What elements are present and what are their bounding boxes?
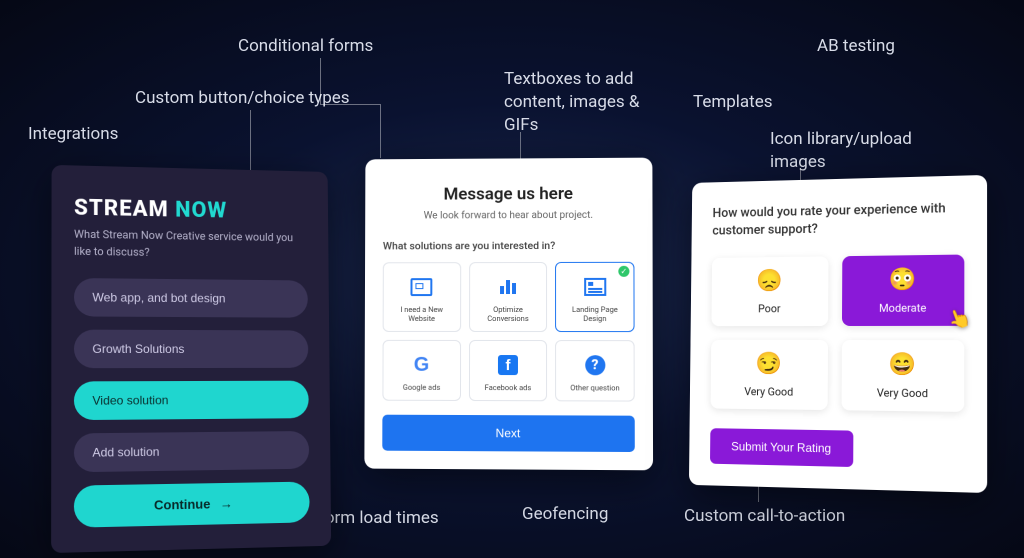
solution-facebook-ads[interactable]: f Facebook ads bbox=[469, 340, 548, 401]
solution-label: Google ads bbox=[387, 383, 455, 392]
message-question: What solutions are you interested in? bbox=[383, 239, 635, 253]
stream-title: STREAM NOW bbox=[74, 196, 307, 225]
submit-rating-button[interactable]: Submit Your Rating bbox=[710, 429, 853, 468]
solution-label: I need a New Website bbox=[388, 305, 456, 323]
stream-now-card: STREAM NOW What Stream Now Creative serv… bbox=[51, 165, 331, 553]
website-icon bbox=[388, 273, 456, 301]
rating-label: Very Good bbox=[877, 387, 928, 401]
arrow-right-icon: → bbox=[220, 496, 233, 511]
rating-label: Moderate bbox=[879, 302, 926, 315]
stream-subtitle: What Stream Now Creative service would y… bbox=[74, 227, 307, 263]
solution-label: Other question bbox=[560, 383, 629, 392]
solution-landing-page[interactable]: Landing Page Design bbox=[555, 262, 634, 332]
solution-label: Facebook ads bbox=[474, 383, 543, 392]
stream-title-a: STREAM bbox=[74, 196, 169, 223]
message-subtitle: We look forward to hear about project. bbox=[383, 210, 634, 222]
rating-card: How would you rate your experience with … bbox=[689, 175, 987, 494]
landingpage-icon bbox=[560, 273, 629, 301]
message-title: Message us here bbox=[383, 184, 634, 205]
feature-conditional-forms: Conditional forms bbox=[238, 36, 373, 56]
google-icon: G bbox=[387, 351, 455, 379]
happy-face-icon: 😄 bbox=[850, 352, 956, 378]
rating-poor[interactable]: 😞 Poor bbox=[711, 257, 828, 327]
feature-integrations: Integrations bbox=[28, 124, 118, 144]
feature-templates: Templates bbox=[693, 92, 773, 112]
continue-button[interactable]: Continue → bbox=[74, 482, 310, 528]
option-growth[interactable]: Growth Solutions bbox=[74, 330, 308, 369]
feature-icon-library: Icon library/upload images bbox=[770, 128, 950, 174]
rating-very-good-2[interactable]: 😄 Very Good bbox=[842, 340, 965, 412]
option-video[interactable]: Video solution bbox=[74, 381, 309, 420]
rating-question: How would you rate your experience with … bbox=[712, 200, 964, 241]
leader-line bbox=[320, 58, 321, 104]
solution-label: Optimize Conversions bbox=[474, 305, 543, 323]
continue-label: Continue bbox=[154, 496, 210, 512]
option-add[interactable]: Add solution bbox=[74, 431, 309, 472]
stream-title-b: NOW bbox=[175, 198, 227, 224]
rating-grid: 😞 Poor 😳 Moderate 👆 😏 Very Good 😄 Very G… bbox=[711, 255, 965, 412]
leader-line bbox=[380, 104, 381, 158]
chart-icon bbox=[474, 273, 543, 301]
feature-textboxes: Textboxes to add content, images & GIFs bbox=[504, 68, 664, 137]
feature-ab-testing: AB testing bbox=[817, 36, 895, 56]
solution-new-website[interactable]: I need a New Website bbox=[383, 262, 461, 332]
solution-label: Landing Page Design bbox=[560, 305, 629, 323]
solution-grid: I need a New Website Optimize Conversion… bbox=[382, 262, 634, 402]
option-web-app[interactable]: Web app, and bot design bbox=[74, 278, 308, 318]
rating-moderate[interactable]: 😳 Moderate 👆 bbox=[842, 255, 964, 326]
cursor-pointer-icon: 👆 bbox=[944, 306, 973, 334]
feature-custom-cta: Custom call-to-action bbox=[684, 506, 845, 526]
facebook-icon: f bbox=[474, 351, 543, 379]
feature-custom-button: Custom button/choice types bbox=[135, 88, 350, 108]
sad-face-icon: 😞 bbox=[719, 269, 820, 295]
solution-google-ads[interactable]: G Google ads bbox=[382, 340, 460, 401]
solution-other[interactable]: ? Other question bbox=[555, 340, 634, 402]
smirk-face-icon: 😏 bbox=[718, 352, 820, 377]
message-card: Message us here We look forward to hear … bbox=[364, 158, 653, 471]
rating-very-good-1[interactable]: 😏 Very Good bbox=[711, 340, 828, 410]
question-icon: ? bbox=[560, 351, 629, 379]
rating-label: Very Good bbox=[744, 386, 793, 399]
leader-line bbox=[320, 104, 380, 105]
solution-optimize[interactable]: Optimize Conversions bbox=[469, 262, 548, 332]
rating-label: Poor bbox=[758, 303, 780, 316]
feature-geofencing: Geofencing bbox=[522, 504, 608, 524]
next-button[interactable]: Next bbox=[382, 415, 635, 452]
flushed-face-icon: 😳 bbox=[850, 267, 956, 293]
